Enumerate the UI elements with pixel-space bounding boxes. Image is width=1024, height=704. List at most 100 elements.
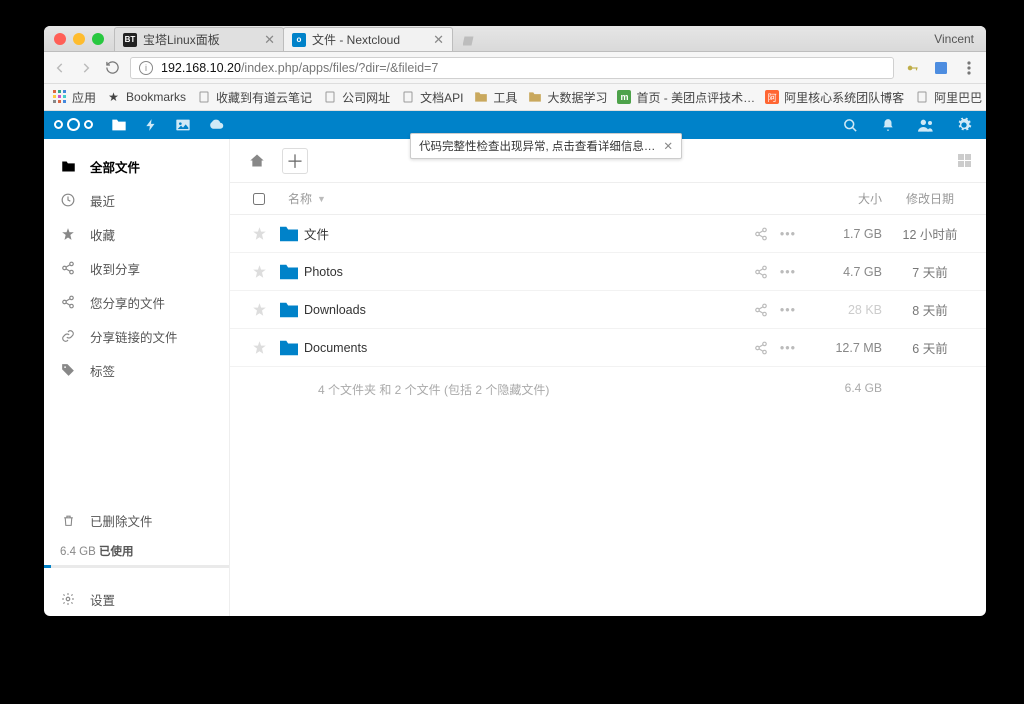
reload-button[interactable] <box>104 60 120 76</box>
nav-gallery-icon[interactable] <box>171 113 195 137</box>
col-modified[interactable]: 修改日期 <box>882 190 972 207</box>
site-info-icon[interactable]: i <box>139 61 153 75</box>
favorite-star-icon[interactable] <box>244 226 274 241</box>
file-size: 12.7 MB <box>802 341 882 355</box>
minimize-window[interactable] <box>73 33 85 45</box>
favorite-star-icon[interactable] <box>244 264 274 279</box>
col-name[interactable]: 名称▼ <box>274 190 742 207</box>
nav-cloud-icon[interactable] <box>203 113 227 137</box>
more-icon[interactable]: ••• <box>780 303 796 317</box>
extension-icon[interactable] <box>932 59 950 77</box>
folder-icon <box>274 263 304 281</box>
menu-icon[interactable] <box>960 59 978 77</box>
integrity-warning[interactable]: 代码完整性检查出现异常, 点击查看详细信息… ✕ <box>410 133 682 159</box>
share-icon <box>60 295 76 309</box>
contacts-icon[interactable] <box>914 113 938 137</box>
link-icon <box>60 329 76 343</box>
back-button[interactable] <box>52 60 68 76</box>
file-rows: 文件•••1.7 GB12 小时前Photos•••4.7 GB7 天前Down… <box>230 215 986 367</box>
col-size[interactable]: 大小 <box>802 190 882 207</box>
forward-button[interactable] <box>78 60 94 76</box>
nextcloud-app: 代码完整性检查出现异常, 点击查看详细信息… ✕ 全部文件 最近 收藏 收到分享… <box>44 111 986 616</box>
file-name: Documents <box>304 341 754 355</box>
page-icon <box>196 90 211 105</box>
file-size: 1.7 GB <box>802 227 882 241</box>
sidebar-all-files[interactable]: 全部文件 <box>44 149 229 183</box>
share-icon[interactable] <box>754 265 768 279</box>
file-row[interactable]: Documents•••12.7 MB6 天前 <box>230 329 986 367</box>
close-window[interactable] <box>54 33 66 45</box>
saved-passwords-icon[interactable] <box>904 59 922 77</box>
clock-icon <box>60 193 76 207</box>
folder-icon <box>274 339 304 357</box>
favorite-star-icon[interactable] <box>244 302 274 317</box>
more-icon[interactable]: ••• <box>780 341 796 355</box>
file-row[interactable]: Downloads•••28 KB8 天前 <box>230 291 986 329</box>
home-icon[interactable] <box>244 148 270 174</box>
more-icon[interactable]: ••• <box>780 265 796 279</box>
file-size: 4.7 GB <box>802 265 882 279</box>
file-name: Photos <box>304 265 754 279</box>
sidebar-shared-by-you[interactable]: 您分享的文件 <box>44 285 229 319</box>
tabs: BT 宝塔Linux面板 ✕ o 文件 - Nextcloud ✕ <box>114 26 934 51</box>
page-icon <box>914 90 929 105</box>
search-icon[interactable] <box>838 113 862 137</box>
file-name: 文件 <box>304 224 754 243</box>
bookmark-folder[interactable]: 工具 <box>473 89 517 106</box>
bookmark-item[interactable]: 收藏到有道云笔记 <box>196 89 312 106</box>
bookmark-item[interactable]: 公司网址 <box>322 89 390 106</box>
address-input[interactable]: i 192.168.10.20 /index.php/apps/files/?d… <box>130 57 894 79</box>
file-row[interactable]: 文件•••1.7 GB12 小时前 <box>230 215 986 253</box>
settings-gear-icon[interactable] <box>952 113 976 137</box>
more-icon[interactable]: ••• <box>780 227 796 241</box>
share-icon[interactable] <box>754 303 768 317</box>
maximize-window[interactable] <box>92 33 104 45</box>
tag-icon <box>60 363 76 377</box>
sidebar-shared-links[interactable]: 分享链接的文件 <box>44 319 229 353</box>
close-tab-icon[interactable]: ✕ <box>264 32 275 48</box>
folder-icon <box>473 90 488 105</box>
tab-bt[interactable]: BT 宝塔Linux面板 ✕ <box>114 27 284 51</box>
tab-bar: BT 宝塔Linux面板 ✕ o 文件 - Nextcloud ✕ Vincen… <box>44 26 986 52</box>
close-notification-icon[interactable]: ✕ <box>663 139 673 153</box>
notifications-icon[interactable] <box>876 113 900 137</box>
share-icon[interactable] <box>754 341 768 355</box>
close-tab-icon[interactable]: ✕ <box>433 32 444 48</box>
new-button[interactable]: ＋ <box>282 148 308 174</box>
sidebar-deleted[interactable]: 已删除文件 <box>44 503 229 537</box>
warning-text: 代码完整性检查出现异常, 点击查看详细信息… <box>419 138 655 154</box>
file-list-panel: ＋ 名称▼ 大小 修改日期 文件•••1.7 GB12 小时前Photos•••… <box>230 139 986 616</box>
select-all-checkbox[interactable] <box>244 193 274 205</box>
sidebar-favorites[interactable]: 收藏 <box>44 217 229 251</box>
folder-icon <box>274 225 304 243</box>
profile-name[interactable]: Vincent <box>934 32 974 46</box>
share-icon[interactable] <box>754 227 768 241</box>
file-row[interactable]: Photos•••4.7 GB7 天前 <box>230 253 986 291</box>
sidebar: 全部文件 最近 收藏 收到分享 您分享的文件 分享链接的文件 标签 已删除文件 … <box>44 139 230 616</box>
sidebar-recent[interactable]: 最近 <box>44 183 229 217</box>
bookmark-item[interactable]: 文档API <box>400 89 463 106</box>
sidebar-tags[interactable]: 标签 <box>44 353 229 387</box>
apps-label: 应用 <box>72 89 96 106</box>
nextcloud-logo[interactable] <box>54 120 93 131</box>
new-tab-button[interactable] <box>458 31 480 51</box>
grid-view-icon[interactable] <box>958 154 972 168</box>
bookmark-item[interactable]: ★Bookmarks <box>106 90 186 105</box>
favorite-star-icon[interactable] <box>244 340 274 355</box>
bookmark-folder[interactable]: 大数据学习 <box>527 89 607 106</box>
folder-icon <box>527 90 542 105</box>
bookmark-item[interactable]: m首页 - 美团点评技术… <box>617 89 755 106</box>
folder-icon <box>274 301 304 319</box>
address-bar: i 192.168.10.20 /index.php/apps/files/?d… <box>44 52 986 84</box>
url-host: 192.168.10.20 <box>161 61 241 75</box>
tab-nextcloud[interactable]: o 文件 - Nextcloud ✕ <box>283 27 453 51</box>
sidebar-shared-with-you[interactable]: 收到分享 <box>44 251 229 285</box>
nav-files-icon[interactable] <box>107 113 131 137</box>
favicon: m <box>617 90 631 104</box>
nc-body: 全部文件 最近 收藏 收到分享 您分享的文件 分享链接的文件 标签 已删除文件 … <box>44 139 986 616</box>
nav-activity-icon[interactable] <box>139 113 163 137</box>
apps-shortcut[interactable]: 应用 <box>52 89 96 106</box>
bookmark-item[interactable]: 阿阿里核心系统团队博客 <box>765 89 904 106</box>
sidebar-settings[interactable]: 设置 <box>44 582 229 616</box>
bookmark-item[interactable]: 阿里巴巴（中国站）… <box>914 89 986 106</box>
